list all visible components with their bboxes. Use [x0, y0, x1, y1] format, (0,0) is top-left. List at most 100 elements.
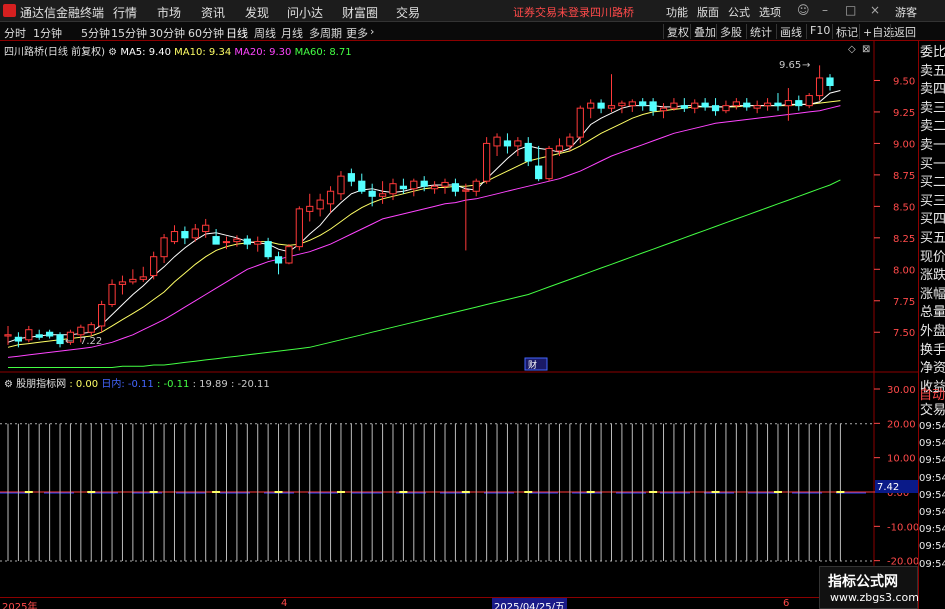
indicator-mark [711, 491, 720, 493]
minimize-icon[interactable]: – [822, 3, 828, 17]
period-15min[interactable]: 15分钟 [111, 25, 147, 41]
diamond-icon[interactable]: ◇ [848, 44, 856, 55]
sidebar-item[interactable]: 卖一 [919, 137, 945, 155]
indicator-mark [87, 491, 96, 493]
menu-trade[interactable]: 交易 [396, 4, 420, 21]
sidebar-item[interactable]: 委比 [919, 44, 945, 62]
price-axis: 9.50 9.25 9.00 8.75 8.50 8.25 8.00 7.75 7.50 [874, 76, 915, 339]
period-intraday[interactable]: 分时 [4, 25, 26, 41]
sidebar-item[interactable]: 外盘 [919, 323, 945, 341]
sidebar-item[interactable]: 买一 [919, 156, 945, 174]
price-tick-label: 9.00 [893, 139, 915, 150]
candle [87, 322, 95, 337]
candle [784, 88, 793, 121]
candle [535, 145, 543, 182]
candle-body [587, 102, 595, 109]
close-icon[interactable]: × [870, 3, 880, 17]
candle [743, 98, 751, 111]
sidebar-item[interactable]: 换手 [919, 342, 945, 360]
menu-wealth[interactable]: 财富圈 [342, 4, 378, 21]
indicator-mark [399, 491, 408, 493]
candle [680, 98, 688, 112]
indicator-tick-label: 30.00 [887, 385, 916, 396]
draw-line-button[interactable]: 画线 [776, 24, 805, 39]
menu-layout[interactable]: 版面 [697, 4, 719, 20]
multi-stock-button[interactable]: 多股 [716, 24, 745, 39]
period-30min[interactable]: 30分钟 [149, 25, 185, 41]
candle-body [639, 101, 647, 107]
period-daily[interactable]: 日线 [226, 25, 248, 41]
indicator-mark [586, 491, 595, 493]
menu-news[interactable]: 资讯 [201, 4, 225, 21]
cursor-value: 7.42 [877, 482, 899, 493]
ma-lines [7, 90, 841, 368]
candle [462, 183, 470, 251]
sidebar-item[interactable]: 卖五 [919, 63, 945, 81]
f10-button[interactable]: F10 [806, 24, 833, 39]
menu-options[interactable]: 选项 [759, 4, 781, 20]
sidebar-item[interactable]: 卖四 [919, 81, 945, 99]
sidebar-item[interactable]: 买三 [919, 193, 945, 211]
mark-button[interactable]: 标记 [832, 24, 861, 39]
candle-body [98, 304, 106, 327]
candle-body [722, 105, 730, 112]
back-button[interactable]: 返回 [890, 24, 919, 39]
sidebar-item[interactable]: 现价 [919, 249, 945, 267]
menu-market[interactable]: 市场 [157, 4, 181, 21]
stats-button[interactable]: 统计 [746, 24, 775, 39]
user-icon[interactable]: ☺ [797, 3, 810, 17]
period-5min[interactable]: 5分钟 [81, 25, 110, 41]
sidebar-item[interactable]: 买四 [919, 211, 945, 229]
ma5-line [7, 90, 841, 343]
candle-body [659, 107, 668, 112]
expand-icon[interactable]: ⊠ [862, 44, 870, 55]
candle [430, 181, 439, 194]
price-tick-label: 8.50 [893, 202, 915, 213]
menu-function[interactable]: 功能 [666, 4, 688, 20]
candle [826, 74, 834, 91]
sidebar-item[interactable]: 净资 [919, 360, 945, 378]
candle [763, 98, 772, 111]
app-logo-icon [3, 4, 16, 17]
watermark: 指标公式网 www.zbgs3.com [819, 566, 919, 609]
candle-body [399, 185, 408, 190]
menu-formula[interactable]: 公式 [728, 4, 750, 20]
sidebar-item[interactable]: 买二 [919, 174, 945, 192]
sidebar-item[interactable]: 总量 [919, 304, 945, 322]
period-more-chevron-icon[interactable]: › [370, 25, 374, 38]
candle-body [618, 102, 626, 107]
period-60min[interactable]: 60分钟 [188, 25, 224, 41]
period-weekly[interactable]: 周线 [254, 25, 276, 41]
period-multi[interactable]: 多周期 [309, 25, 342, 41]
period-more[interactable]: 更多 [346, 25, 368, 41]
candle-body [233, 238, 241, 243]
trade-login-warning[interactable]: 证券交易未登录 [513, 4, 590, 20]
overlay-button[interactable]: 叠加 [690, 24, 719, 39]
guest-label[interactable]: 游客 [895, 4, 917, 20]
period-1min[interactable]: 1分钟 [33, 25, 62, 41]
candle [576, 105, 584, 144]
sidebar-item[interactable]: 涨幅 [919, 286, 945, 304]
menu-discover[interactable]: 发现 [245, 4, 269, 21]
candle-body [389, 183, 397, 195]
trade-label[interactable]: 交易 [919, 402, 945, 420]
candle [628, 99, 636, 112]
maximize-icon[interactable]: □ [845, 3, 856, 17]
menu-ask[interactable]: 问小达 [287, 4, 323, 21]
candle-body [160, 237, 168, 258]
sidebar-item[interactable]: 卖二 [919, 118, 945, 136]
menu-quotes[interactable]: 行情 [113, 4, 137, 21]
candle-body [774, 102, 782, 107]
candle [815, 65, 824, 101]
candle [753, 100, 761, 114]
price-tick-label: 9.50 [893, 76, 915, 87]
kline-chart[interactable]: 9.50 9.25 9.00 8.75 8.50 8.25 8.00 7.75 7.50 30.… [0, 41, 918, 597]
candle-body [420, 180, 428, 187]
auto-label[interactable]: 自动 [919, 384, 945, 403]
adjust-button[interactable]: 复权 [663, 24, 692, 39]
period-monthly[interactable]: 月线 [281, 25, 303, 41]
sidebar-item[interactable]: 买五 [919, 230, 945, 248]
candles [4, 65, 834, 348]
sidebar-item[interactable]: 卖三 [919, 100, 945, 118]
sidebar-item[interactable]: 涨跌 [919, 267, 945, 285]
